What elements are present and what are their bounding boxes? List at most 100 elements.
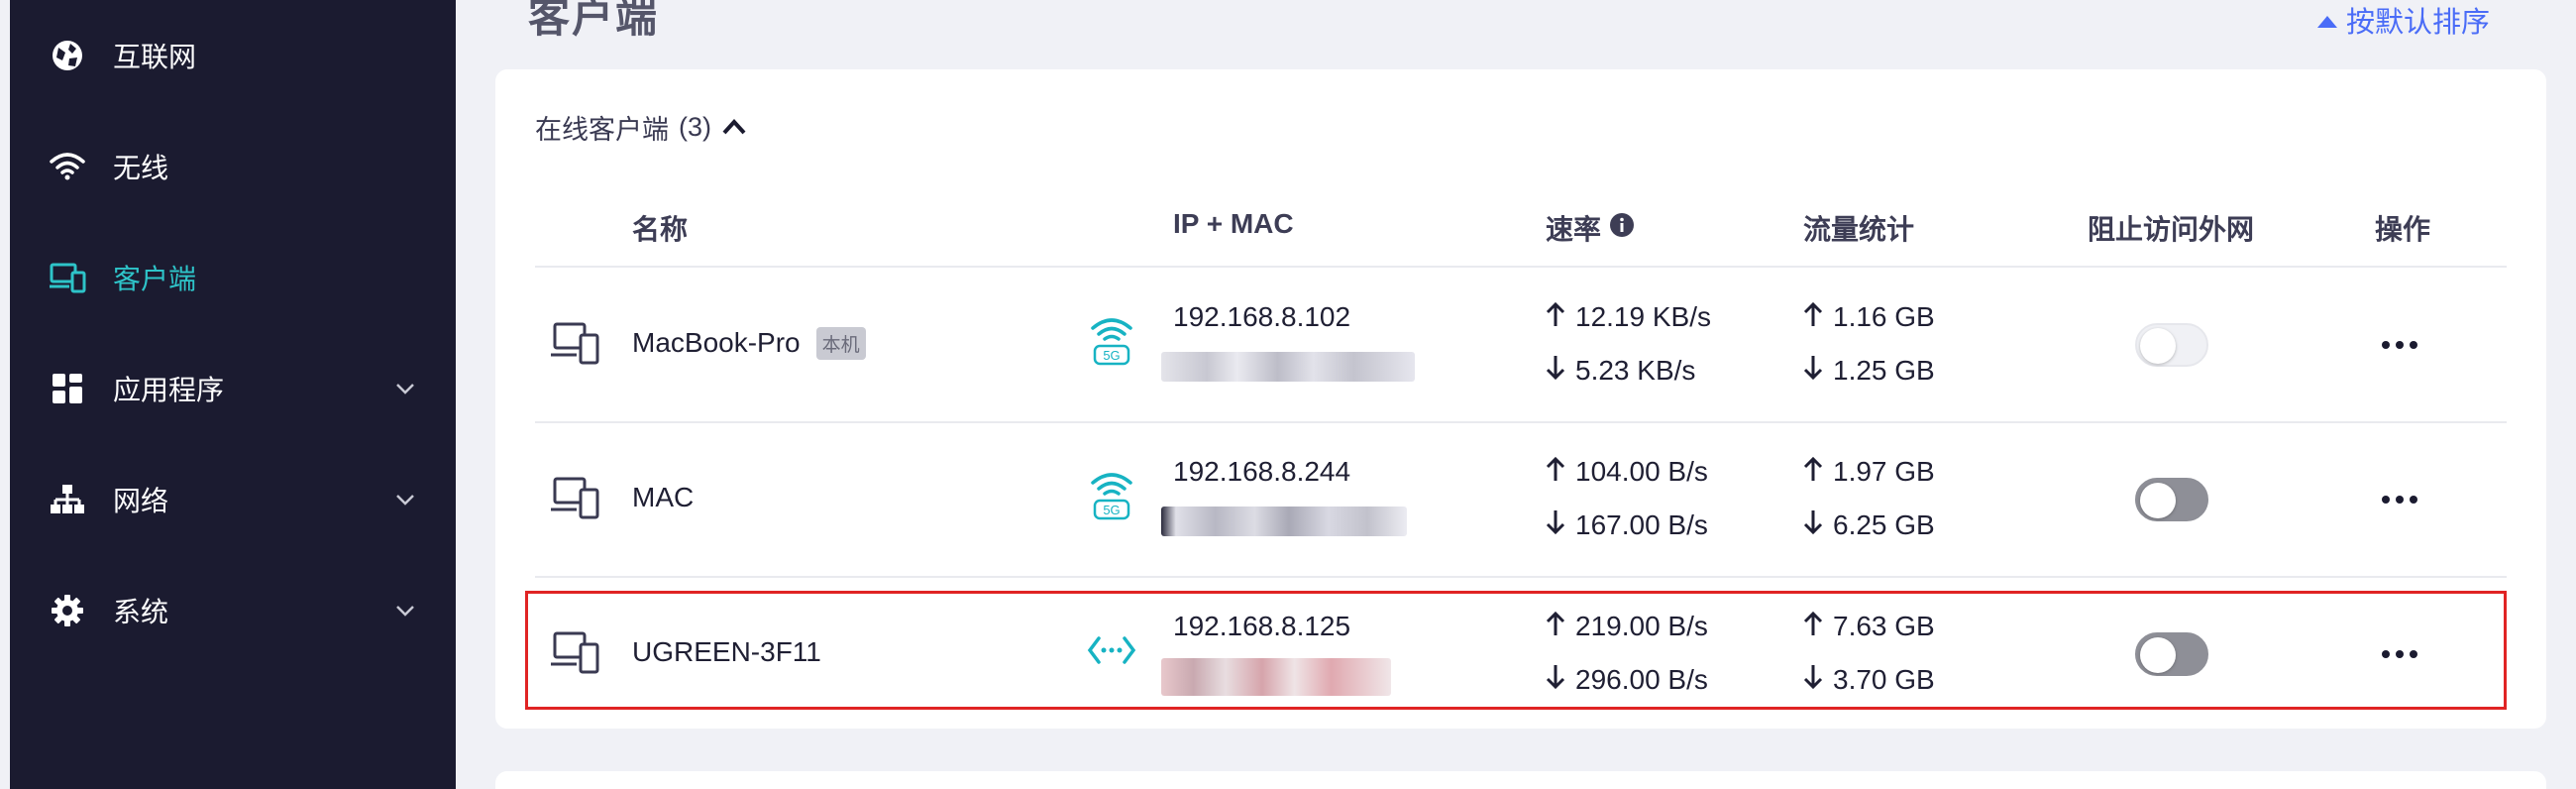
arrow-down-icon <box>1803 664 1823 697</box>
sidebar-item-clients[interactable]: 客户端 <box>10 233 456 322</box>
upload-speed: 104.00 B/s <box>1546 452 1708 492</box>
ethernet-icon <box>1086 620 1137 680</box>
sort-label: 按默认排序 <box>2346 7 2491 39</box>
column-header-rate-label: 速率 <box>1546 214 1602 245</box>
table-row: MacBook-Pro 本机 5G 192.168.8.102 12.19 KB… <box>535 268 2507 422</box>
client-count: (3) <box>679 111 711 142</box>
upload-speed-value: 104.00 B/s <box>1575 456 1708 487</box>
devices-icon <box>549 626 600 678</box>
column-header-traffic: 流量统计 <box>1803 214 1915 245</box>
upload-traffic-value: 7.63 GB <box>1833 611 1935 641</box>
download-speed-value: 167.00 B/s <box>1575 509 1708 540</box>
apps-icon <box>48 369 87 408</box>
upload-speed-value: 12.19 KB/s <box>1575 301 1711 332</box>
upload-traffic: 1.16 GB <box>1803 297 1935 337</box>
block-internet-toggle[interactable] <box>2135 323 2208 367</box>
chevron-down-icon[interactable] <box>392 487 418 512</box>
download-speed: 5.23 KB/s <box>1546 351 1695 391</box>
sort-button[interactable]: 按默认排序 <box>2316 2 2491 39</box>
upload-traffic-value: 1.16 GB <box>1833 301 1935 332</box>
device-name-text: UGREEN-3F11 <box>632 636 821 667</box>
upload-speed: 12.19 KB/s <box>1546 297 1711 337</box>
arrow-down-icon <box>1803 355 1823 388</box>
online-clients-toggle[interactable]: 在线客户端 (3) <box>535 107 747 147</box>
mac-address-redacted <box>1161 349 1415 385</box>
column-header-block: 阻止访问外网 <box>2088 214 2255 245</box>
sidebar-item-wireless[interactable]: 无线 <box>10 122 456 211</box>
sidebar-item-label: 互联网 <box>113 42 197 72</box>
arrow-up-icon <box>1803 611 1823 643</box>
devices-icon <box>549 317 600 369</box>
network-icon <box>48 480 87 519</box>
sidebar-item-internet[interactable]: 互联网 <box>10 11 456 100</box>
sidebar-item-label: 应用程序 <box>113 375 225 405</box>
svg-text:5G: 5G <box>1103 503 1120 517</box>
arrow-down-icon <box>1546 664 1565 697</box>
more-actions-button[interactable] <box>2378 327 2421 363</box>
device-name-text: MAC <box>632 482 695 512</box>
upload-traffic-value: 1.97 GB <box>1833 456 1935 487</box>
upload-traffic: 7.63 GB <box>1803 607 1935 646</box>
sidebar-item-network[interactable]: 网络 <box>10 455 456 544</box>
ip-address: 192.168.8.125 <box>1173 611 1351 641</box>
device-name-text: MacBook-Pro <box>632 327 801 358</box>
block-internet-toggle[interactable] <box>2135 632 2208 676</box>
globe-icon <box>48 36 87 75</box>
chevron-down-icon[interactable] <box>392 598 418 623</box>
toggle-knob <box>2140 483 2176 518</box>
download-traffic-value: 1.25 GB <box>1833 355 1935 386</box>
column-header-ip-mac: IP + MAC <box>1173 208 1294 239</box>
this-device-badge: 本机 <box>815 326 866 360</box>
table-row: UGREEN-3F11 192.168.8.125 219.00 B/s 296… <box>535 577 2507 732</box>
chevron-down-icon[interactable] <box>392 376 418 401</box>
toggle-knob <box>2140 328 2176 364</box>
wifi-5g-icon: 5G <box>1086 466 1137 525</box>
svg-text:5G: 5G <box>1103 348 1120 363</box>
sidebar-item-label: 客户端 <box>113 264 197 294</box>
sidebar-item-label: 网络 <box>113 486 169 516</box>
ip-address: 192.168.8.102 <box>1173 301 1351 332</box>
devices-icon <box>48 258 87 297</box>
arrow-down-icon <box>1546 509 1565 542</box>
device-name: MacBook-Pro 本机 <box>632 321 866 365</box>
wifi-icon <box>48 147 87 186</box>
sidebar-item-system[interactable]: 系统 <box>10 566 456 655</box>
more-actions-button[interactable] <box>2378 636 2421 672</box>
download-speed: 167.00 B/s <box>1546 506 1708 545</box>
upload-speed-value: 219.00 B/s <box>1575 611 1708 641</box>
ip-address: 192.168.8.244 <box>1173 456 1351 487</box>
gear-icon <box>48 591 87 630</box>
arrow-up-icon <box>1803 456 1823 489</box>
wifi-5g-icon: 5G <box>1086 311 1137 371</box>
download-speed-value: 296.00 B/s <box>1575 664 1708 695</box>
column-header-actions: 操作 <box>2375 214 2431 245</box>
caret-up-icon <box>2316 4 2338 37</box>
arrow-down-icon <box>1546 355 1565 388</box>
info-icon[interactable] <box>1609 212 1635 245</box>
arrow-up-icon <box>1546 301 1565 334</box>
section-title: 在线客户端 <box>535 114 669 145</box>
download-speed-value: 5.23 KB/s <box>1575 355 1696 386</box>
device-name: UGREEN-3F11 <box>632 630 821 674</box>
upload-traffic: 1.97 GB <box>1803 452 1935 492</box>
sidebar: 互联网 无线 客户端 应用程序 网络 系统 <box>10 0 456 789</box>
mac-address-redacted <box>1161 504 1415 539</box>
sidebar-item-apps[interactable]: 应用程序 <box>10 344 456 433</box>
sidebar-item-label: 系统 <box>113 597 169 627</box>
page-edge <box>0 0 10 789</box>
secondary-card <box>495 771 2546 789</box>
arrow-down-icon <box>1803 509 1823 542</box>
arrow-up-icon <box>1546 456 1565 489</box>
more-actions-button[interactable] <box>2378 482 2421 517</box>
arrow-up-icon <box>1546 611 1565 643</box>
block-internet-toggle[interactable] <box>2135 478 2208 521</box>
toggle-knob <box>2140 637 2176 673</box>
chevron-up-icon <box>721 112 747 143</box>
download-traffic: 6.25 GB <box>1803 506 1935 545</box>
download-traffic-value: 3.70 GB <box>1833 664 1935 695</box>
column-header-rate: 速率 <box>1546 208 1635 248</box>
arrow-up-icon <box>1803 301 1823 334</box>
device-name: MAC <box>632 476 694 519</box>
sidebar-item-label: 无线 <box>113 153 169 183</box>
download-traffic-value: 6.25 GB <box>1833 509 1935 540</box>
